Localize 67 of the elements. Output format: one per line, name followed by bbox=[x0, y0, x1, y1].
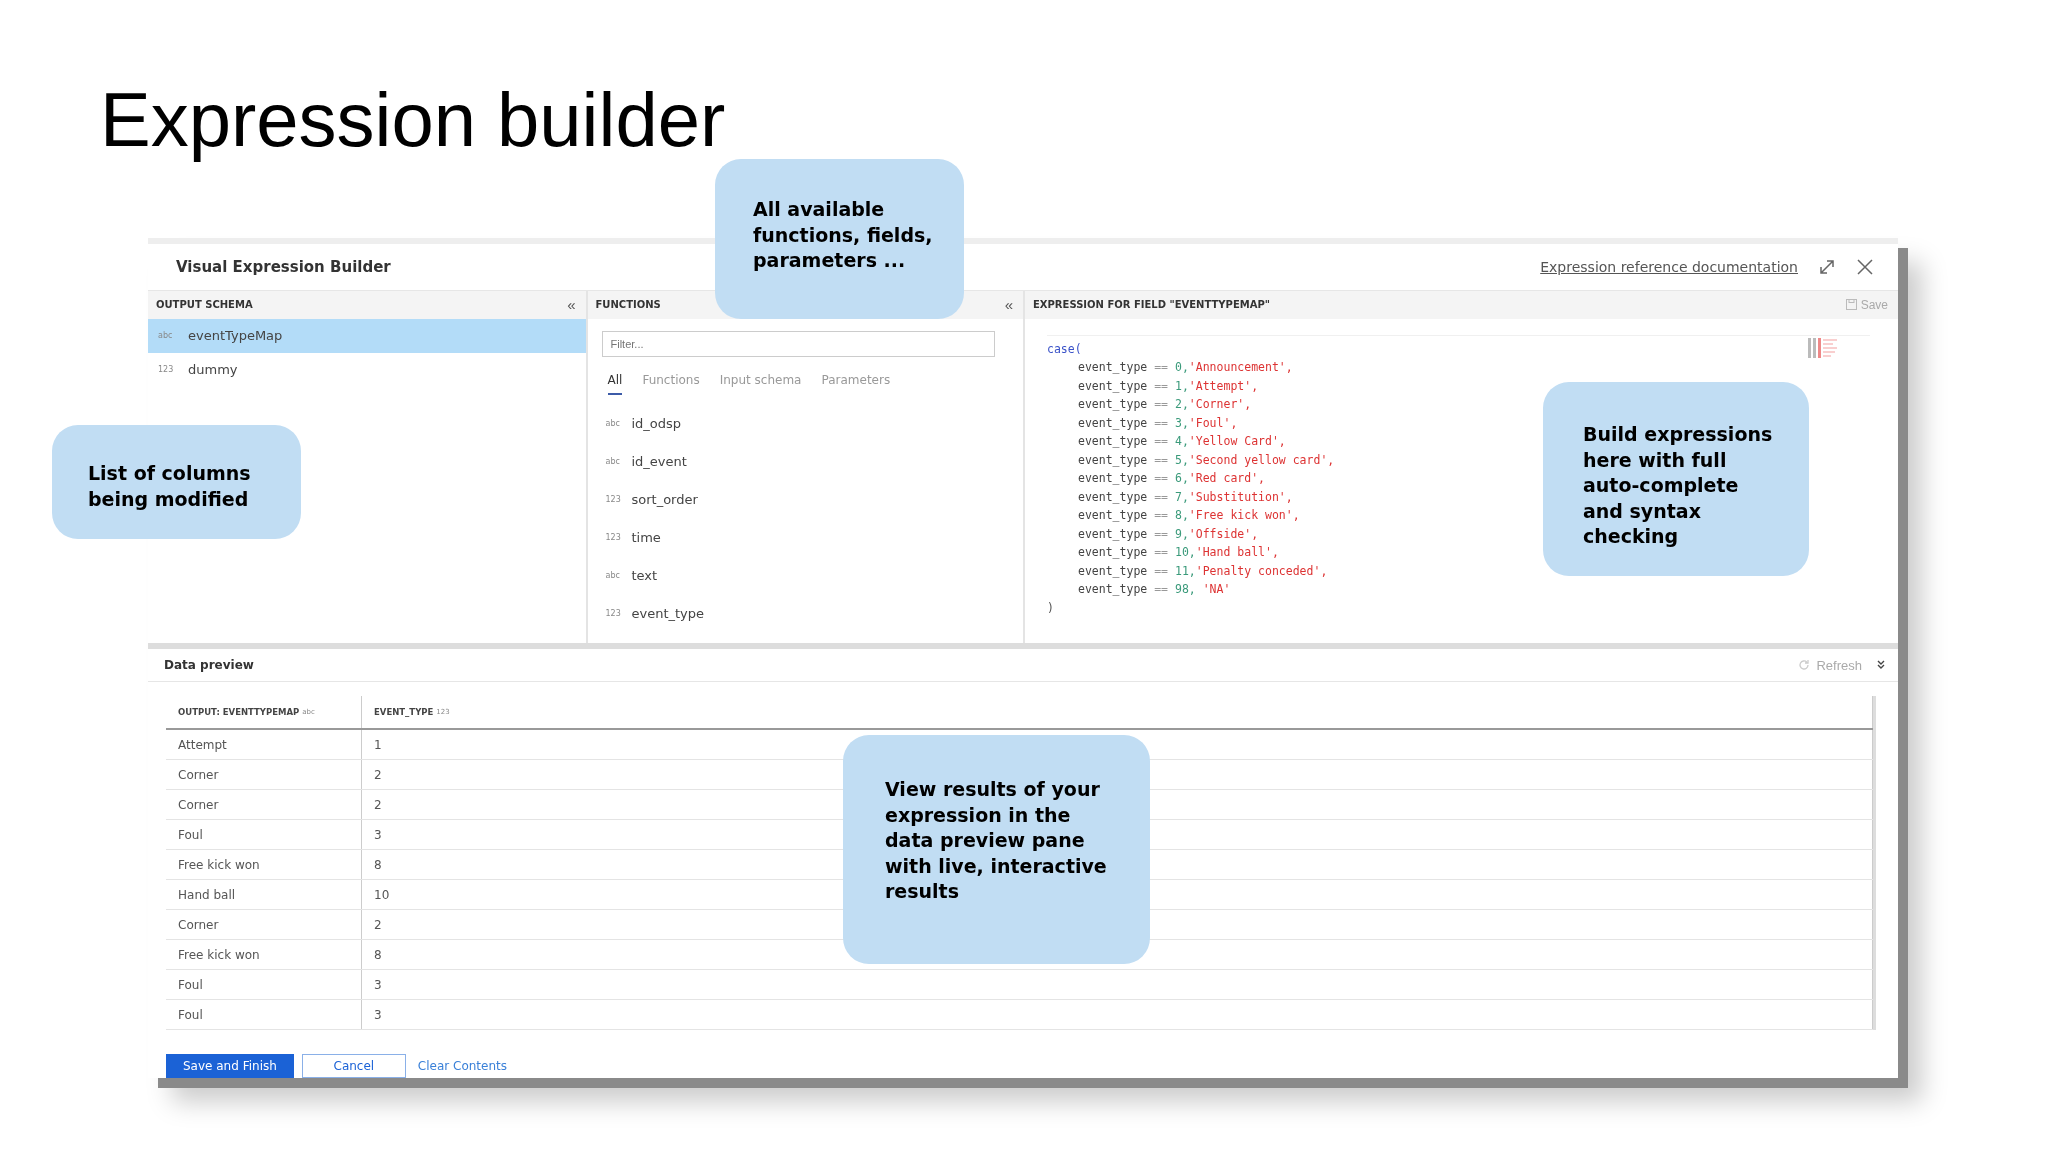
table-cell: Corner bbox=[166, 910, 362, 939]
table-cell: 3 bbox=[362, 970, 1873, 999]
clear-link[interactable]: Clear Contents bbox=[413, 1054, 511, 1078]
table-cell: Free kick won bbox=[166, 850, 362, 879]
code-line: event_type == 6,'Red card', bbox=[1077, 470, 1265, 488]
callout: Build expressions here with full auto-complete and syntax checking bbox=[1543, 382, 1809, 576]
code-line: event_type == 11,'Penalty conceded', bbox=[1077, 562, 1328, 580]
type-tag: abc bbox=[605, 571, 624, 581]
code-line: event_type == 1,'Attempt', bbox=[1077, 377, 1259, 395]
table-cell: 3 bbox=[362, 1000, 1873, 1029]
code-line: event_type == 3,'Foul', bbox=[1077, 414, 1238, 432]
schema-item[interactable]: abc eventTypeMap bbox=[148, 318, 586, 353]
type-tag: abc bbox=[605, 457, 624, 467]
close-icon[interactable] bbox=[1856, 257, 1874, 276]
filter-tab[interactable]: All bbox=[607, 372, 623, 395]
type-tag: 123 bbox=[605, 495, 624, 505]
field-item[interactable]: sort_order bbox=[631, 492, 698, 508]
code-line: case( bbox=[1047, 340, 1082, 358]
code-line: event_type == 4,'Yellow Card', bbox=[1077, 433, 1286, 451]
type-tag: abc bbox=[605, 419, 624, 429]
table-cell: Foul bbox=[166, 1000, 362, 1029]
save-finish-button[interactable]: Save and Finish bbox=[166, 1054, 294, 1078]
type-tag: 123 bbox=[605, 533, 624, 543]
schema-item[interactable]: 123 dummy bbox=[148, 352, 586, 387]
refresh-icon bbox=[1798, 659, 1811, 672]
doc-link[interactable]: Expression reference documentation bbox=[1540, 258, 1798, 275]
callout: All available functions, fields, parameters ... bbox=[715, 159, 964, 319]
callout: View results of your expression in the data preview pane with live, interactive results bbox=[843, 735, 1150, 964]
type-tag: abc bbox=[158, 331, 176, 341]
preview-title: Data preview bbox=[164, 658, 255, 673]
panel-header: FUNCTIONS bbox=[595, 299, 661, 311]
field-item[interactable]: text bbox=[631, 568, 658, 584]
table-cell: Foul bbox=[166, 820, 362, 849]
collapse-button[interactable]: « bbox=[1004, 296, 1013, 314]
save-icon bbox=[1845, 299, 1857, 311]
table-cell: Corner bbox=[166, 760, 362, 789]
slide-title: Expression builder bbox=[99, 76, 727, 160]
panel-header: OUTPUT SCHEMA bbox=[156, 299, 253, 311]
panel-header: EXPRESSION FOR FIELD "EVENTTYPEMAP" bbox=[1033, 299, 1270, 311]
code-line: ) bbox=[1047, 599, 1054, 617]
code-line: event_type == 2,'Corner', bbox=[1077, 396, 1252, 414]
field-item[interactable]: event_type bbox=[631, 606, 705, 622]
code-line: event_type == 98, 'NA' bbox=[1077, 581, 1231, 599]
collapse-button[interactable]: « bbox=[567, 296, 576, 314]
code-line: event_type == 9,'Offside', bbox=[1077, 525, 1259, 543]
cancel-button[interactable]: Cancel bbox=[301, 1054, 406, 1078]
collapse-down-icon[interactable] bbox=[1876, 660, 1886, 671]
window-title: Visual Expression Builder bbox=[176, 257, 391, 276]
field-item[interactable]: id_event bbox=[631, 454, 687, 470]
expand-icon[interactable] bbox=[1818, 257, 1836, 276]
field-item[interactable]: time bbox=[631, 530, 661, 546]
table-cell: Free kick won bbox=[166, 940, 362, 969]
code-line: event_type == 0,'Announcement', bbox=[1077, 359, 1293, 377]
minimap-drawing bbox=[1808, 337, 1840, 358]
code-line: event_type == 10,'Hand ball', bbox=[1077, 544, 1279, 562]
table-cell: Hand ball bbox=[166, 880, 362, 909]
type-tag: 123 bbox=[158, 365, 176, 375]
table-cell: Attempt bbox=[166, 730, 362, 759]
code-line: event_type == 7,'Substitution', bbox=[1077, 488, 1293, 506]
field-item[interactable]: id_odsp bbox=[631, 416, 682, 432]
code-line: event_type == 8,'Free kick won', bbox=[1077, 507, 1300, 525]
table-cell: Foul bbox=[166, 970, 362, 999]
filter-field[interactable]: Filter... bbox=[601, 330, 995, 357]
table-cell: Corner bbox=[166, 790, 362, 819]
type-tag: 123 bbox=[605, 609, 624, 619]
code-line: event_type == 5,'Second yellow card', bbox=[1077, 451, 1335, 469]
callout: List of columns being modified bbox=[52, 425, 301, 539]
